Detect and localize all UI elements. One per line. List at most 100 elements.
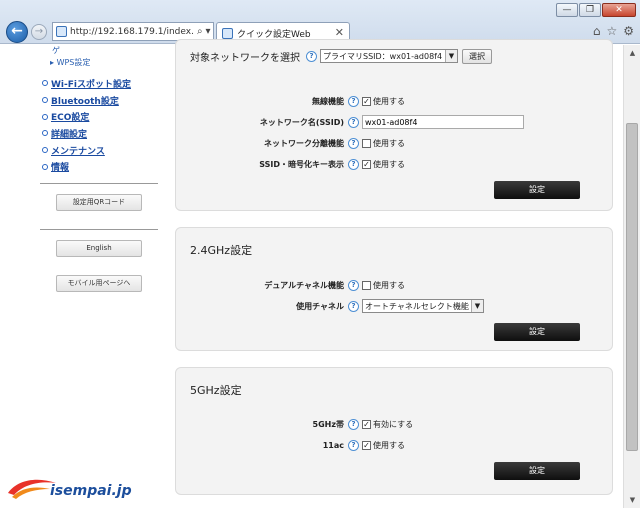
checkbox-label: 使用する [373,440,405,450]
favorites-icon[interactable]: ☆ [606,24,617,38]
home-icon[interactable]: ⌂ [593,24,601,38]
help-icon[interactable]: ? [348,279,359,291]
toolbar-icons: ⌂ ☆ ⚙ [593,24,634,38]
main-content: 対象ネットワークを選択 ? プライマリSSID：wx01-ad08f4 ▼ 選択… [175,39,623,508]
sidebar-item-wifi-spot[interactable]: Wi-Fiスポット設定 [0,75,175,92]
network-select-row: 対象ネットワークを選択 ? プライマリSSID：wx01-ad08f4 ▼ 選択 [190,48,610,64]
tab-close-icon[interactable]: ✕ [335,26,344,39]
page-icon [56,26,67,37]
window-controls: — ❐ ✕ [556,3,636,17]
row-label: ネットワーク分離機能 [264,138,344,148]
help-icon[interactable]: ? [348,137,359,149]
help-icon[interactable]: ? [348,300,359,312]
browser-chrome: — ❐ ✕ ← → http://192.168.179.1/index. ⌕ … [0,0,640,44]
english-button[interactable]: English [56,240,142,258]
bullet-icon [42,97,48,104]
row-wireless: 無線機能 ? ✓ 使用する [176,93,614,109]
qr-code-button[interactable]: 設定用QRコード [56,194,142,212]
sidebar-item-maintenance[interactable]: メンテナンス [0,142,175,159]
wps-link-label: WPS設定 [56,58,91,67]
scroll-thumb[interactable] [626,123,638,451]
watermark: isempai.jp [6,473,132,505]
checkbox-label: 使用する [373,96,405,106]
checkbox-label: 使用する [373,280,405,290]
chevron-down-icon: ▼ [445,50,457,62]
help-icon[interactable]: ? [348,116,359,128]
address-text: http://192.168.179.1/index. [70,26,194,37]
panel-24ghz: 2.4GHz設定 デュアルチャネル機能 ? 使用する 使用チャネル ? オートチ… [175,227,613,351]
row-label: 5GHz帯 [312,419,344,429]
bullet-icon [42,130,48,137]
watermark-text: isempai.jp [50,483,132,499]
sidebar: ゲ ▸ WPS設定 Wi-Fiスポット設定 Bluetooth設定 ECO設定 … [0,45,175,508]
sidebar-item-label: Bluetooth設定 [51,96,119,107]
row-label: デュアルチャネル機能 [264,280,344,290]
sidebar-item-advanced[interactable]: 詳細設定 [0,125,175,142]
network-select-value: プライマリSSID：wx01-ad08f4 [323,51,443,61]
bullet-icon [42,80,48,87]
select-button[interactable]: 選択 [462,48,492,64]
network-select-label: 対象ネットワークを選択 [190,52,300,64]
row-label: 11ac [322,440,344,450]
row-ssid: ネットワーク名(SSID) ? [176,114,614,130]
gear-icon[interactable]: ⚙ [623,24,634,38]
submit-button-5ghz[interactable]: 設定 [494,462,580,480]
dual-channel-checkbox[interactable] [362,280,371,290]
submit-button-24ghz[interactable]: 設定 [494,323,580,341]
help-icon[interactable]: ? [306,50,317,62]
maximize-button[interactable]: ❐ [579,3,601,17]
sidebar-item-label: メンテナンス [51,146,105,157]
bullet-icon [42,113,48,120]
help-icon[interactable]: ? [348,439,359,451]
ssid-input[interactable] [362,115,524,129]
checkbox-label: 使用する [373,159,405,169]
row-isolation: ネットワーク分離機能 ? 使用する [176,135,614,151]
tab-page-icon [222,28,233,39]
channel-select[interactable]: オートチャネルセレクト機能 ▼ [362,299,484,313]
wireless-checkbox[interactable]: ✓ [362,96,371,106]
sidebar-fragment[interactable]: ゲ [0,45,175,57]
network-select[interactable]: プライマリSSID：wx01-ad08f4 ▼ [320,49,458,63]
row-key-display: SSID・暗号化キー表示 ? ✓ 使用する [176,156,614,172]
sidebar-item-bluetooth[interactable]: Bluetooth設定 [0,92,175,109]
sidebar-item-info[interactable]: 情報 [0,158,175,175]
sidebar-item-label: Wi-Fiスポット設定 [51,79,131,90]
row-label: SSID・暗号化キー表示 [259,159,344,169]
row-11ac: 11ac ? ✓ 使用する [176,437,614,453]
checkbox-label: 有効にする [373,419,414,429]
dropdown-icon[interactable]: ▾ [206,26,211,37]
bullet-icon [42,147,48,154]
panel-network: 対象ネットワークを選択 ? プライマリSSID：wx01-ad08f4 ▼ 選択… [175,39,613,211]
panel-title: 2.4GHz設定 [190,244,253,257]
back-button[interactable]: ← [6,21,28,43]
help-icon[interactable]: ? [348,158,359,170]
isolation-checkbox[interactable] [362,138,371,148]
sidebar-item-eco[interactable]: ECO設定 [0,108,175,125]
sidebar-item-label: 詳細設定 [51,129,88,140]
chevron-down-icon: ▼ [471,300,483,312]
row-dual-channel: デュアルチャネル機能 ? 使用する [176,277,614,293]
sidebar-item-label: 情報 [51,163,70,174]
scroll-down-icon[interactable]: ▼ [624,492,640,508]
row-label: ネットワーク名(SSID) [259,117,344,127]
sidebar-link-wps[interactable]: ▸ WPS設定 [0,57,175,69]
help-icon[interactable]: ? [348,418,359,430]
forward-button[interactable]: → [31,24,47,40]
11ac-checkbox[interactable]: ✓ [362,440,371,450]
panel-title: 5GHz設定 [190,384,242,397]
channel-select-value: オートチャネルセレクト機能 [365,301,469,311]
bullet-icon [42,163,48,170]
vertical-scrollbar[interactable]: ▲ ▼ [623,45,640,508]
band-5ghz-checkbox[interactable]: ✓ [362,419,371,429]
mobile-page-button[interactable]: モバイル用ページへ [56,275,142,293]
scroll-up-icon[interactable]: ▲ [624,45,640,61]
minimize-button[interactable]: — [556,3,578,17]
key-display-checkbox[interactable]: ✓ [362,159,371,169]
row-channel: 使用チャネル ? オートチャネルセレクト機能 ▼ [176,298,614,314]
help-icon[interactable]: ? [348,95,359,107]
close-window-button[interactable]: ✕ [602,3,636,17]
search-icon[interactable]: ⌕ [197,26,203,37]
row-5ghz-band: 5GHz帯 ? ✓ 有効にする [176,416,614,432]
submit-button-network[interactable]: 設定 [494,181,580,199]
panel-5ghz: 5GHz設定 5GHz帯 ? ✓ 有効にする 11ac ? ✓ 使用する 設定 [175,367,613,495]
